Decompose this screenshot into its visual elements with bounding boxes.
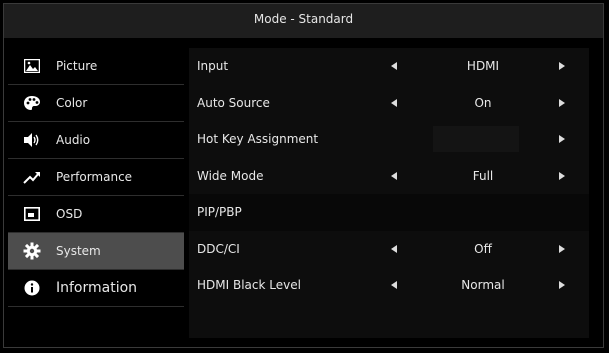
picture-icon: [22, 56, 42, 76]
arrow-left-icon[interactable]: [391, 281, 397, 290]
setting-row-pip-pbp[interactable]: PIP/PBP: [189, 194, 589, 231]
palette-icon: [22, 93, 42, 113]
info-icon: [22, 278, 42, 298]
setting-row-auto-source[interactable]: Auto Source On: [189, 85, 589, 122]
setting-row-input[interactable]: Input HDMI: [189, 48, 589, 85]
setting-value-box: [433, 126, 519, 153]
setting-value: Normal: [461, 278, 505, 293]
setting-row-hdmi-black-level[interactable]: HDMI Black Level Normal: [189, 267, 589, 304]
arrow-right-icon[interactable]: [559, 281, 565, 290]
setting-row-wide-mode[interactable]: Wide Mode Full: [189, 158, 589, 195]
setting-label: DDC/CI: [197, 241, 240, 256]
arrow-left-icon[interactable]: [391, 98, 397, 107]
setting-label: PIP/PBP: [197, 205, 242, 220]
sidebar-item-label: Performance: [56, 170, 133, 184]
setting-row-ddc-ci[interactable]: DDC/CI Off: [189, 231, 589, 268]
sidebar: Picture Color Audio Performance OSD Syst…: [8, 48, 184, 307]
trend-icon: [22, 167, 42, 187]
arrow-right-icon[interactable]: [559, 62, 565, 71]
setting-row-hot-key-assignment[interactable]: Hot Key Assignment: [189, 121, 589, 158]
arrow-right-icon[interactable]: [559, 135, 565, 144]
setting-value: On: [474, 95, 492, 110]
setting-label: HDMI Black Level: [197, 278, 301, 293]
gear-icon: [22, 241, 42, 261]
sidebar-item-color[interactable]: Color: [8, 85, 184, 122]
settings-panel: Input HDMI Auto Source On Hot Key Assign…: [189, 48, 589, 338]
sidebar-item-label: Audio: [56, 133, 91, 147]
sidebar-item-label: Information: [56, 280, 138, 296]
setting-label: Wide Mode: [197, 168, 264, 183]
setting-value: Off: [474, 241, 492, 256]
setting-label: Input: [197, 59, 229, 74]
sidebar-item-information[interactable]: Information: [8, 270, 184, 307]
arrow-left-icon[interactable]: [391, 244, 397, 253]
setting-label: Hot Key Assignment: [197, 132, 319, 147]
arrow-right-icon[interactable]: [559, 98, 565, 107]
setting-label: Auto Source: [197, 95, 270, 110]
osd-icon: [22, 204, 42, 224]
speaker-icon: [22, 130, 42, 150]
arrow-right-icon[interactable]: [559, 244, 565, 253]
sidebar-item-label: Picture: [56, 59, 98, 73]
sidebar-item-picture[interactable]: Picture: [8, 48, 184, 85]
mode-title: Mode - Standard: [4, 4, 603, 38]
sidebar-item-audio[interactable]: Audio: [8, 122, 184, 159]
sidebar-item-label: OSD: [56, 207, 83, 221]
sidebar-item-performance[interactable]: Performance: [8, 159, 184, 196]
sidebar-item-label: Color: [56, 96, 88, 110]
sidebar-item-osd[interactable]: OSD: [8, 196, 184, 233]
arrow-left-icon[interactable]: [391, 62, 397, 71]
sidebar-item-label: System: [56, 244, 101, 258]
setting-value: Full: [472, 168, 494, 183]
arrow-left-icon[interactable]: [391, 171, 397, 180]
sidebar-item-system[interactable]: System: [8, 233, 184, 270]
setting-value: HDMI: [466, 59, 500, 74]
arrow-right-icon[interactable]: [559, 171, 565, 180]
